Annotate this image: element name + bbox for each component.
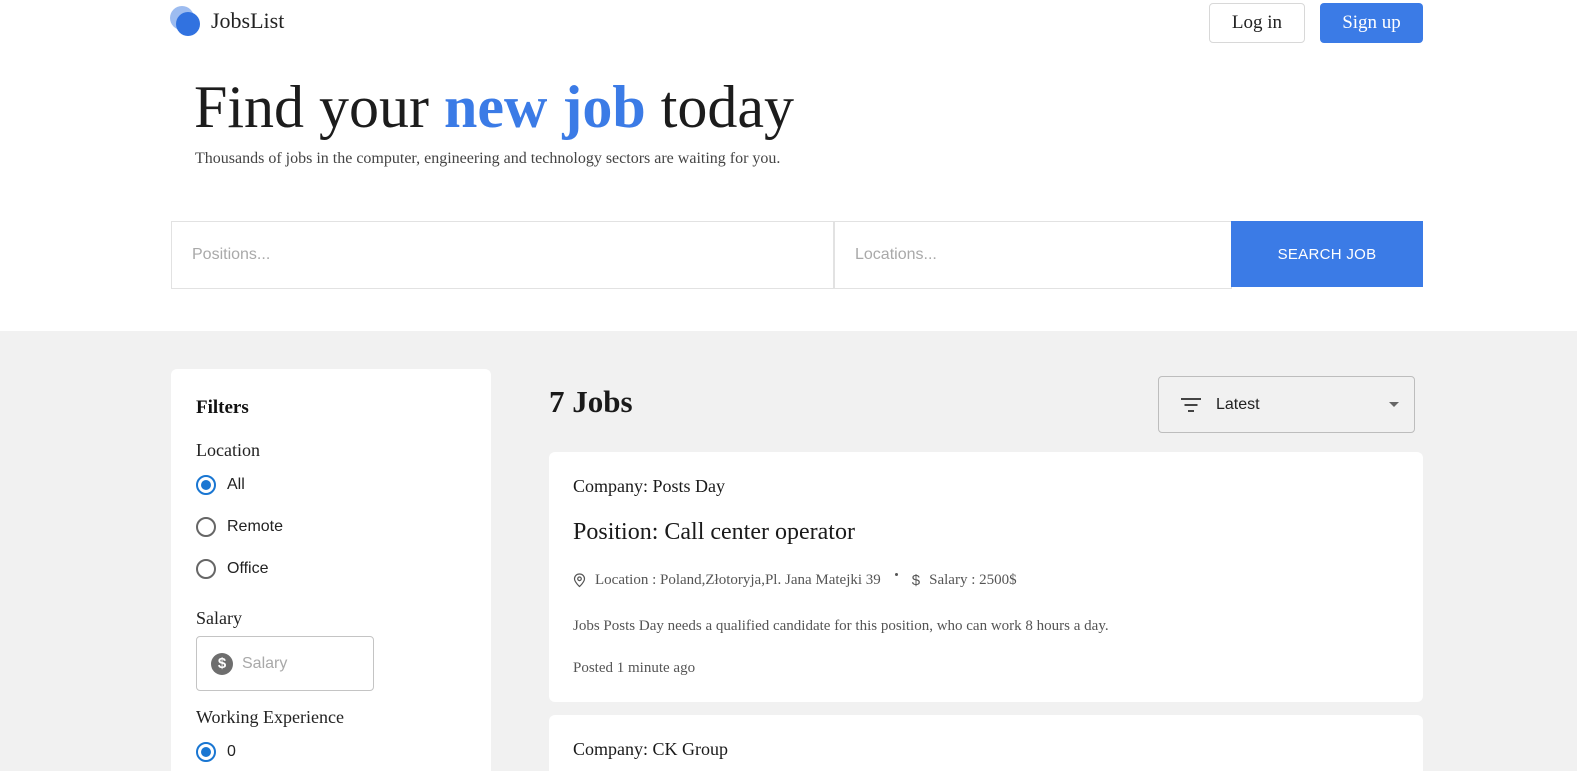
search-job-button[interactable]: SEARCH JOB <box>1231 221 1423 287</box>
location-filter-label: Location <box>196 440 260 460</box>
positions-search-input[interactable] <box>171 221 834 289</box>
dollar-icon: $ <box>211 652 233 675</box>
experience-option-0[interactable]: 0 <box>196 742 236 762</box>
hero-title-part2: today <box>660 74 795 140</box>
job-card[interactable]: Company: CK Group <box>549 715 1423 771</box>
salary-input[interactable] <box>242 654 362 673</box>
login-button[interactable]: Log in <box>1209 3 1305 43</box>
radio-button-checked[interactable] <box>196 475 216 495</box>
radio-button[interactable] <box>196 559 216 579</box>
location-option-all[interactable]: All <box>196 475 245 495</box>
hero-title: Find your new job today <box>194 72 794 142</box>
caret-down-icon <box>1389 402 1399 407</box>
locations-search-input[interactable] <box>834 221 1232 289</box>
radio-label: Office <box>227 560 269 577</box>
job-company: Company: CK Group <box>573 739 728 759</box>
filters-panel: Filters Location All Remote Office Salar… <box>171 369 491 771</box>
job-meta: Location : Poland,Złotoryja,Pl. Jana Mat… <box>573 572 1017 589</box>
filter-list-icon <box>1181 397 1201 412</box>
salary-field[interactable]: $ <box>196 636 374 691</box>
hero-title-accent: new job <box>444 74 646 140</box>
jobs-count: 7 Jobs <box>549 384 633 419</box>
job-location: Location : Poland,Złotoryja,Pl. Jana Mat… <box>595 572 881 588</box>
filters-title: Filters <box>196 397 249 418</box>
radio-label: 0 <box>227 743 236 760</box>
sort-selected-value: Latest <box>1216 395 1260 413</box>
location-option-remote[interactable]: Remote <box>196 517 283 537</box>
radio-label: Remote <box>227 518 284 535</box>
sort-select[interactable]: Latest <box>1158 376 1415 433</box>
logo-text: JobsList <box>211 8 285 33</box>
job-posted-time: Posted 1 minute ago <box>573 660 696 676</box>
top-navbar: JobsList Log in Sign up <box>0 0 1577 50</box>
job-position[interactable]: Position: Call center operator <box>573 519 855 546</box>
radio-button[interactable] <box>196 517 216 537</box>
meta-separator <box>894 573 898 576</box>
hero-subtitle: Thousands of jobs in the computer, engin… <box>195 150 781 167</box>
radio-button-checked[interactable] <box>196 742 216 762</box>
location-option-office[interactable]: Office <box>196 559 269 579</box>
experience-filter-label: Working Experience <box>196 707 344 727</box>
dollar-sign-icon: $ <box>911 572 921 589</box>
logo-icon <box>170 6 200 36</box>
job-company: Company: Posts Day <box>573 476 726 496</box>
job-salary: Salary : 2500$ <box>929 572 1017 588</box>
logo[interactable]: JobsList <box>170 6 284 36</box>
salary-filter-label: Salary <box>196 608 242 628</box>
job-description: Jobs Posts Day needs a qualified candida… <box>573 618 1109 634</box>
radio-label: All <box>227 476 245 493</box>
signup-button[interactable]: Sign up <box>1320 3 1423 43</box>
job-card[interactable]: Company: Posts Day Position: Call center… <box>549 452 1423 702</box>
hero-title-part1: Find your <box>194 74 430 140</box>
map-pin-icon <box>573 573 586 588</box>
